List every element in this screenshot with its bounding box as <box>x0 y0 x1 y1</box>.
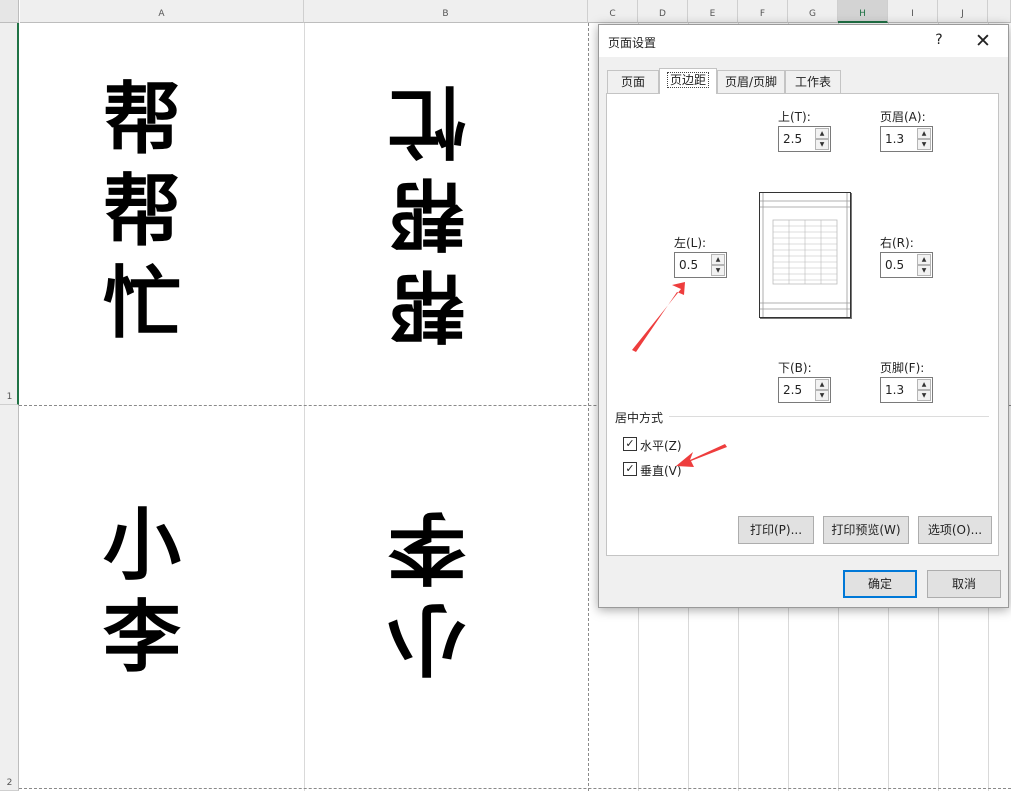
annotation-layer <box>632 282 727 467</box>
left-margin-arrow-icon <box>632 282 685 352</box>
vertical-checkbox-arrow-icon <box>676 444 727 467</box>
tab-margins[interactable]: 页边距 <box>659 68 717 94</box>
tab-label: 页边距 <box>666 72 709 88</box>
